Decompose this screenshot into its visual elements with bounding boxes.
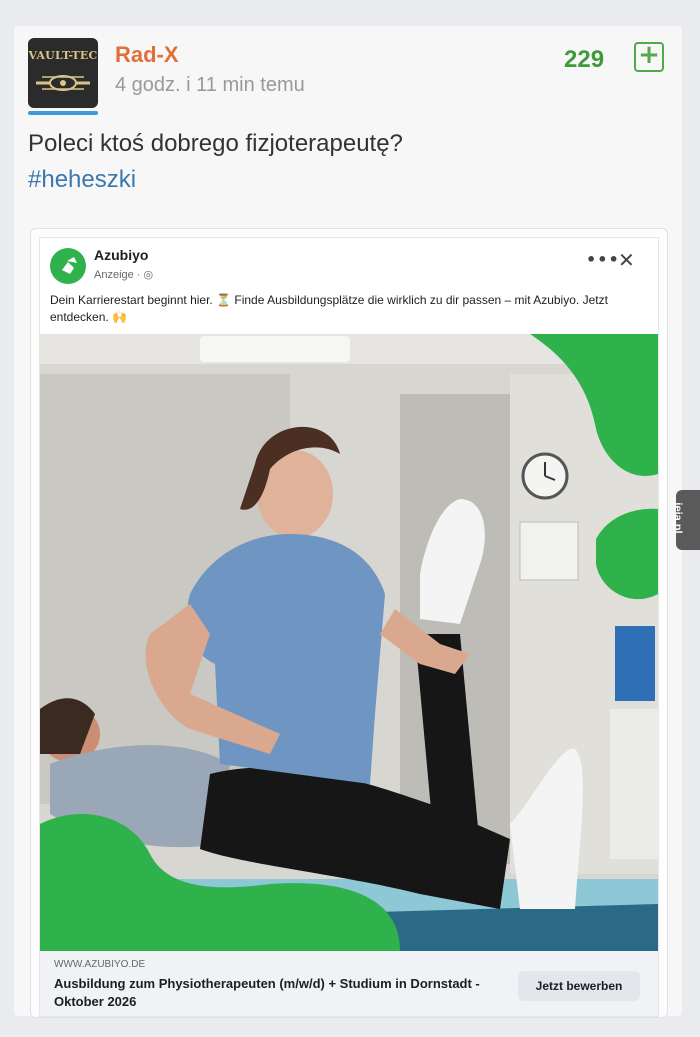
post-card: VAULT-TEC Rad-X 4 godz. i 11 min temu 22… (14, 26, 682, 1018)
physio-photo-illustration (40, 334, 658, 951)
hourglass-icon: ⏳ (216, 293, 232, 307)
close-icon: ✕ (618, 248, 635, 272)
embedded-image: Azubiyo Anzeige · ◎ ••• ✕ Dein Karrieres… (30, 228, 668, 1018)
post-text: Poleci ktoś dobrego fizjoterapeutę? (28, 130, 403, 157)
more-dots-icon: ••• (586, 250, 620, 269)
username-link[interactable]: Rad-X (115, 42, 179, 68)
watermark-text: jeja.pl (671, 502, 684, 534)
ad-headline: Ausbildung zum Physiotherapeuten (m/w/d)… (54, 976, 480, 1009)
ad-url: WWW.AZUBIYO.DE (54, 959, 146, 970)
ad-footer: WWW.AZUBIYO.DE Ausbildung zum Physiother… (40, 951, 658, 1016)
apply-now-button: Jetzt bewerben (518, 971, 640, 1001)
globe-icon: ◎ (143, 269, 154, 281)
post-body: Poleci ktoś dobrego fizjoterapeutę? #heh… (28, 126, 403, 198)
hands-emoji-icon: 🙌 (112, 310, 128, 324)
post-time: 4 godz. i 11 min temu (115, 74, 305, 96)
ad-sponsored-label: Anzeige · ◎ (94, 268, 153, 281)
ad-brand-name: Azubiyo (94, 247, 149, 263)
site-watermark: jeja.pl (672, 490, 700, 550)
ad-card: Azubiyo Anzeige · ◎ ••• ✕ Dein Karrieres… (39, 237, 659, 1017)
avatar[interactable]: VAULT-TEC (28, 38, 98, 108)
azubiyo-logo-icon (50, 248, 86, 284)
upvote-button[interactable]: + (634, 42, 664, 72)
vault-tec-logo-icon (36, 75, 90, 91)
hashtag-link[interactable]: #heheszki (28, 162, 403, 198)
vote-score: 229 (564, 46, 605, 73)
ad-photo (40, 334, 658, 951)
sponsored-text: Anzeige · (94, 269, 144, 281)
ad-body-text: Dein Karrierestart beginnt hier. ⏳ Finde… (50, 292, 630, 326)
avatar-underline (28, 111, 98, 115)
ad-body-part1: Dein Karrierestart beginnt hier. (50, 293, 217, 307)
